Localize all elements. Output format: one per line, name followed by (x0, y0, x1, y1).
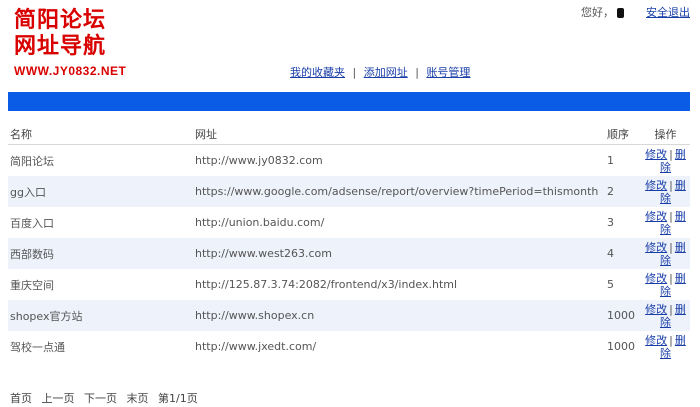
header-actions: 操作 (639, 124, 690, 145)
action-separator: | (669, 302, 673, 316)
row-name: 驾校一点通 (10, 340, 65, 354)
header-bar (8, 92, 690, 111)
row-url: http://www.shopex.cn (193, 300, 605, 331)
table-row: gg入口 https://www.google.com/adsense/repor… (8, 176, 690, 207)
row-order: 5 (607, 278, 614, 291)
pager-prev[interactable]: 上一页 (42, 392, 75, 405)
table-row: 驾校一点通 http://www.jxedt.com/1000 修改 | 删除 (8, 331, 690, 362)
bookmark-table: 名称 网址 顺序 操作 简阳论坛 http://www.jy0832.com 1 修改… (8, 124, 690, 362)
edit-link[interactable]: 修改 (645, 334, 667, 347)
row-name: 简阳论坛 (10, 154, 54, 168)
pager-info: 第1/1页 (158, 392, 198, 405)
row-order: 1 (607, 154, 614, 167)
row-order: 3 (607, 216, 614, 229)
row-url: http://www.jxedt.com/ (195, 340, 317, 353)
row-order: 2 (605, 176, 639, 207)
username-redacted (617, 8, 624, 18)
table-row: 重庆空间 http://125.87.3.74:2082/frontend/x3/… (8, 269, 690, 300)
edit-link[interactable]: 修改 (645, 241, 667, 254)
pager-last[interactable]: 末页 (127, 392, 149, 405)
action-separator: | (669, 209, 673, 223)
top-nav: 我的收藏夹 | 添加网址 | 账号管理 (290, 64, 470, 80)
header-order: 顺序 (605, 124, 639, 145)
row-actions: 修改 | 删除 (639, 269, 690, 300)
logo-line-2: 网址导航 (14, 34, 107, 59)
header-url: 网址 (193, 124, 605, 145)
row-url: http://www.jy0832.com (195, 154, 323, 167)
row-url: http://union.baidu.com/ (195, 216, 325, 229)
row-name: 百度入口 (10, 216, 54, 230)
row-actions: 修改 | 删除 (639, 331, 690, 362)
nav-account[interactable]: 账号管理 (426, 66, 470, 79)
row-name: shopex官方站 (8, 300, 193, 331)
row-url: http://www.west263.com (193, 238, 605, 269)
table-row: shopex官方站 http://www.shopex.cn 1000 修改 | 删除 (8, 300, 690, 331)
row-order: 4 (605, 238, 639, 269)
nav-separator: | (352, 66, 357, 79)
table-row: 简阳论坛 http://www.jy0832.com 1 修改 | 删除 (8, 145, 690, 177)
nav-favorites[interactable]: 我的收藏夹 (290, 66, 345, 79)
row-actions: 修改 | 删除 (639, 145, 690, 177)
action-separator: | (669, 271, 673, 285)
row-url: http://125.87.3.74:2082/frontend/x3/inde… (195, 278, 458, 291)
table-header-row: 名称 网址 顺序 操作 (8, 124, 690, 145)
row-actions: 修改 | 删除 (639, 176, 690, 207)
site-logo: 简阳论坛 网址导航 WWW.JY0832.NET (14, 8, 134, 78)
edit-link[interactable]: 修改 (645, 179, 667, 192)
row-name: gg入口 (8, 176, 193, 207)
row-order: 1000 (605, 300, 639, 331)
row-url: https://www.google.com/adsense/report/ov… (193, 176, 605, 207)
table-row: 百度入口 http://union.baidu.com/3 修改 | 删除 (8, 207, 690, 238)
logout-link[interactable]: 安全退出 (646, 6, 690, 19)
pager-first[interactable]: 首页 (10, 392, 32, 405)
row-actions: 修改 | 删除 (639, 300, 690, 331)
row-name: 重庆空间 (10, 278, 54, 292)
table-row: 西部数码 http://www.west263.com 4 修改 | 删除 (8, 238, 690, 269)
pager-next[interactable]: 下一页 (84, 392, 117, 405)
edit-link[interactable]: 修改 (645, 148, 667, 161)
row-actions: 修改 | 删除 (639, 238, 690, 269)
pager: 首页 上一页 下一页 末页 第1/1页 (10, 390, 204, 406)
action-separator: | (669, 147, 673, 161)
edit-link[interactable]: 修改 (645, 272, 667, 285)
row-actions: 修改 | 删除 (639, 207, 690, 238)
action-separator: | (669, 333, 673, 347)
header-name: 名称 (8, 124, 193, 145)
edit-link[interactable]: 修改 (645, 210, 667, 223)
row-order: 1000 (607, 340, 635, 353)
nav-add-url[interactable]: 添加网址 (364, 66, 408, 79)
greeting-text: 您好， (581, 6, 614, 19)
edit-link[interactable]: 修改 (645, 303, 667, 316)
row-name: 西部数码 (8, 238, 193, 269)
action-separator: | (669, 178, 673, 192)
logo-line-1: 简阳论坛 (14, 8, 107, 33)
user-box: 您好， 安全退出 (581, 4, 690, 20)
logo-url: WWW.JY0832.NET (14, 64, 127, 78)
action-separator: | (669, 240, 673, 254)
nav-separator: | (415, 66, 419, 79)
